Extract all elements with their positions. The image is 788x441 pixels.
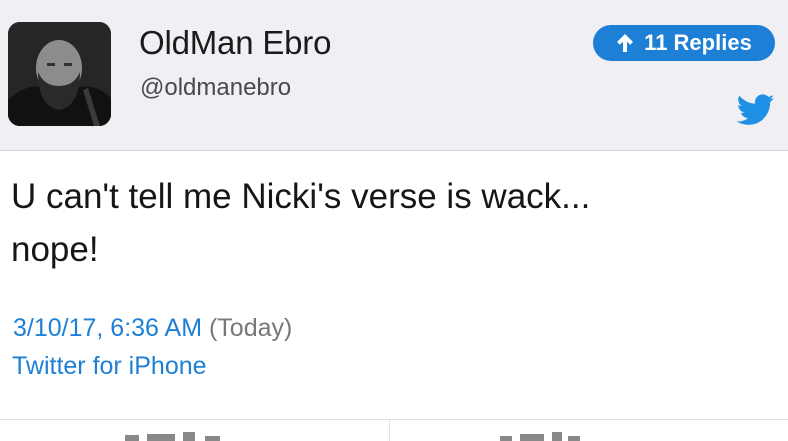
arrow-up-icon	[616, 33, 634, 53]
tweet-header: OldMan Ebro @oldmanebro 11 Replies	[0, 0, 788, 151]
tweet-source[interactable]: Twitter for iPhone	[12, 352, 207, 381]
tweet-text-line: nope!	[11, 230, 99, 269]
twitter-bird-icon	[736, 94, 775, 131]
tweet-text: U can't tell me Nicki's verse is wack...…	[11, 170, 771, 276]
replies-button[interactable]: 11 Replies	[593, 25, 775, 61]
display-name[interactable]: OldMan Ebro	[139, 24, 331, 62]
action-bar	[0, 419, 788, 441]
replies-label: 11 Replies	[644, 30, 752, 55]
user-handle[interactable]: @oldmanebro	[140, 74, 291, 102]
timestamp-relative: (Today)	[208, 314, 293, 342]
tweet-timestamp: 3/10/17, 6:36 AM (Today)	[13, 314, 292, 343]
avatar[interactable]	[8, 22, 111, 126]
tweet-text-line: U can't tell me Nicki's verse is wack...	[11, 177, 591, 216]
timestamp-date[interactable]: 3/10/17, 6:36 AM	[13, 314, 202, 342]
divider	[389, 420, 390, 441]
